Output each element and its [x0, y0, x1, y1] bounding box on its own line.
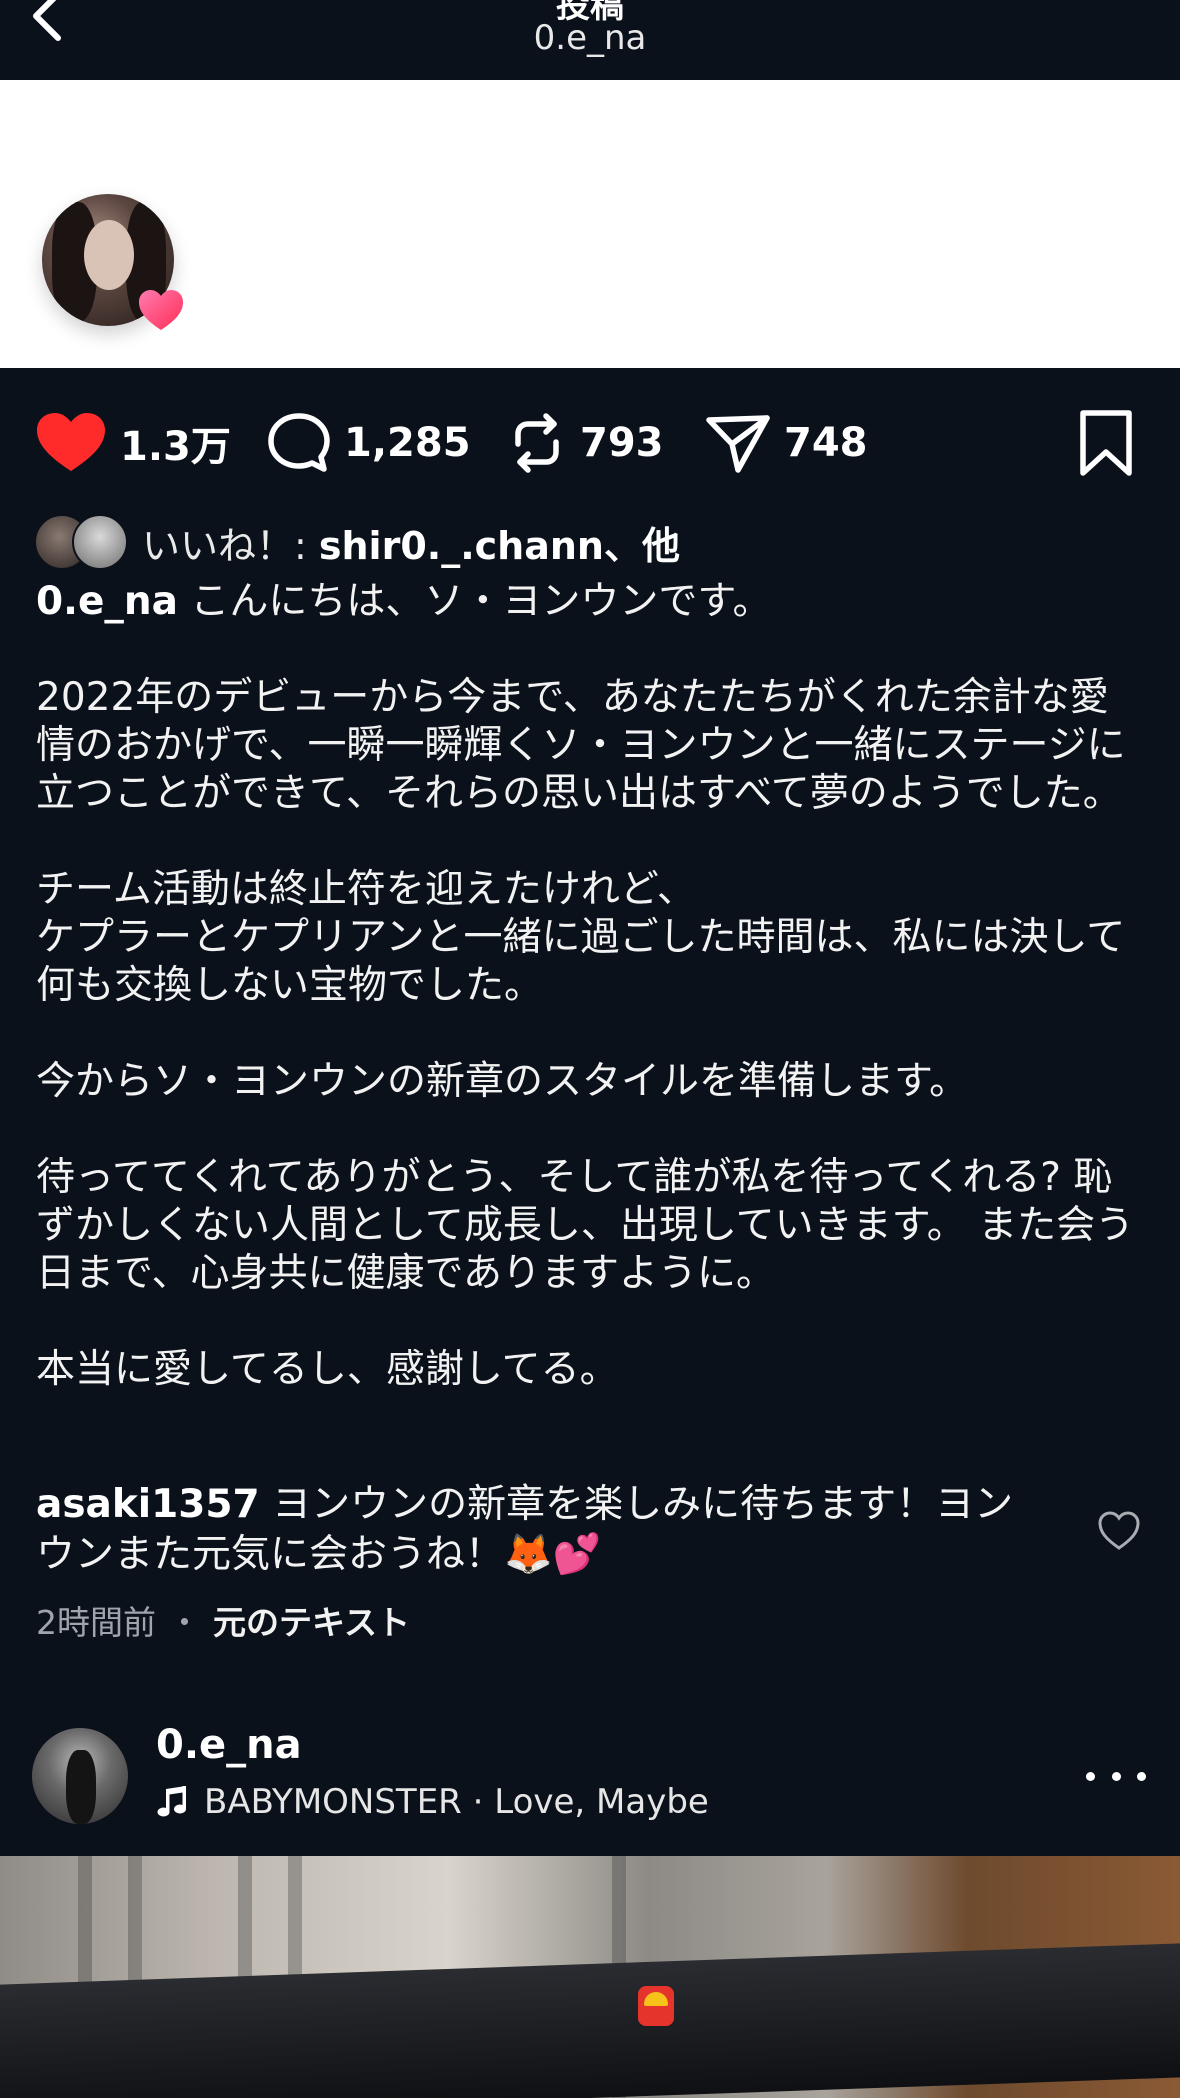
- like-button[interactable]: 1.3万: [34, 405, 231, 481]
- heart-icon: [37, 413, 105, 471]
- share-button[interactable]: 748: [704, 405, 868, 481]
- more-icon[interactable]: [1086, 1756, 1146, 1796]
- caption-text: こんにちは、ソ・ヨンウンです。 2022年のデビューから今まで、あなたたちがくれ…: [36, 579, 1135, 1392]
- next-post-photo[interactable]: [0, 1856, 1180, 2098]
- like-count: 1.3万: [120, 424, 231, 470]
- share-icon: [706, 415, 770, 473]
- music-info[interactable]: BABYMONSTER · Love, Maybe: [156, 1782, 709, 1822]
- show-original-link[interactable]: 元のテキスト: [213, 1596, 410, 1644]
- comment-item: asaki1357 ヨンウンの新章を楽しみに待ちます！ヨンウンまた元気に会おうね…: [36, 1480, 1036, 1580]
- liked-by-row[interactable]: いいね！: shir0._.chann、他: [34, 512, 680, 572]
- liked-by-prefix: いいね！:: [142, 523, 319, 568]
- caption-username[interactable]: 0.e_na: [36, 579, 178, 624]
- post-meta: 2時間前 ・ 元のテキスト: [36, 1596, 410, 1644]
- share-count: 748: [784, 420, 868, 466]
- header-subtitle: 0.e_na: [533, 18, 647, 58]
- post-caption: 0.e_na こんにちは、ソ・ヨンウンです。 2022年のデビューから今まで、あ…: [36, 578, 1146, 1394]
- heart-icon[interactable]: [1096, 1508, 1142, 1554]
- repost-button[interactable]: 793: [506, 405, 664, 481]
- next-post-username[interactable]: 0.e_na: [156, 1722, 302, 1768]
- comment-username[interactable]: asaki1357: [36, 1482, 260, 1527]
- next-post-avatar[interactable]: [32, 1728, 128, 1824]
- liked-by-user[interactable]: shir0._.chann: [319, 524, 604, 568]
- post-time: 2時間前: [36, 1603, 156, 1642]
- comment-icon: [268, 413, 330, 472]
- comment-button[interactable]: 1,285: [266, 405, 471, 481]
- meta-separator: ・: [168, 1603, 201, 1642]
- comment-count: 1,285: [344, 420, 471, 466]
- heart-badge-icon: [139, 290, 183, 330]
- repost-count: 793: [580, 420, 664, 466]
- bookmark-icon[interactable]: [1078, 408, 1134, 478]
- liked-by-others[interactable]: 、他: [604, 524, 680, 568]
- music-label: BABYMONSTER · Love, Maybe: [204, 1782, 709, 1822]
- music-note-icon: [157, 1786, 186, 1817]
- repost-icon: [515, 413, 559, 473]
- liker-avatar: [72, 514, 128, 570]
